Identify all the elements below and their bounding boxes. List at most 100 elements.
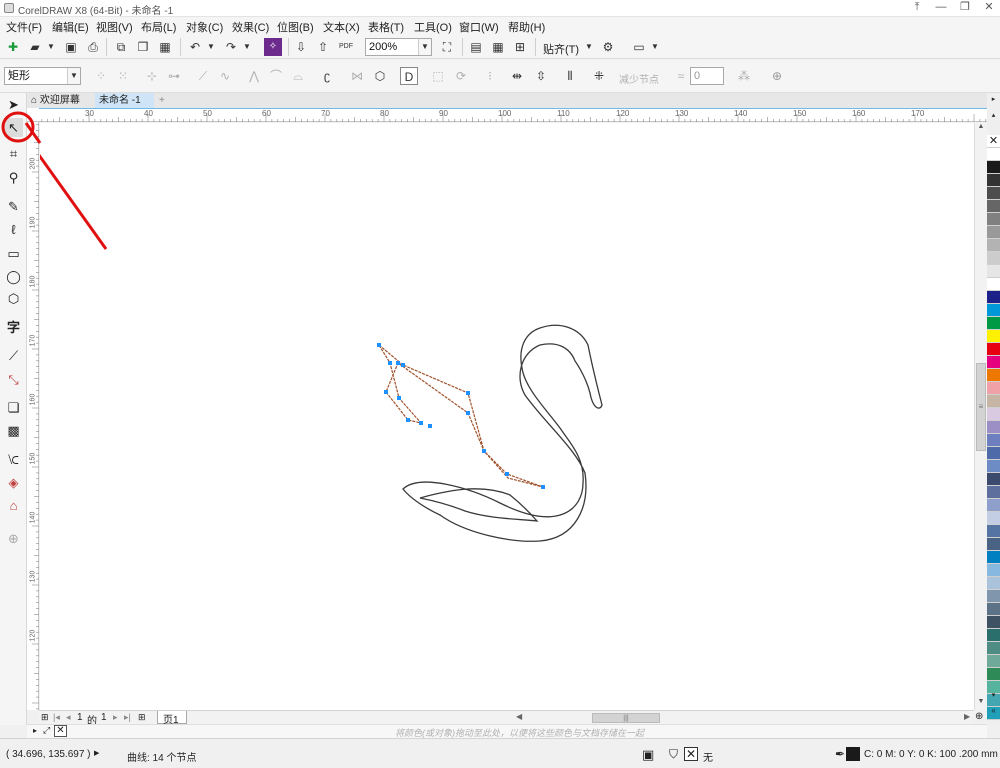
save-icon[interactable]: ▣ [62,38,80,56]
launcher-dropdown-icon[interactable]: ▼ [646,38,664,56]
rotate-nodes-icon[interactable]: ⟳ [452,67,470,85]
palette-scroll-down-icon[interactable]: ▾ [988,691,999,699]
color-swatch[interactable] [987,538,1000,551]
no-fill-swatch[interactable]: ✕ [684,747,698,761]
text-tool-icon[interactable]: 字 [4,318,23,337]
color-swatch[interactable] [987,187,1000,200]
interactive-fill-icon[interactable]: ◈ [4,473,23,492]
join-nodes-icon[interactable]: ⊹ [143,67,161,85]
color-swatch[interactable] [987,369,1000,382]
page-tab-1[interactable]: 页1 [157,711,187,726]
menu-window[interactable]: 窗口(W) [459,19,499,35]
restore-ribbon-button[interactable]: ⤒ [905,0,929,16]
search-content-icon[interactable]: ✧ [264,38,282,56]
reflect-horizontal-icon[interactable]: ⇹ [508,67,526,85]
tab-welcome-screen[interactable]: ⌂ 欢迎屏幕 [27,93,93,108]
shape-tool-icon[interactable]: ↖ [4,118,23,137]
color-swatch[interactable] [987,616,1000,629]
color-swatch[interactable] [987,486,1000,499]
color-swatch[interactable] [987,668,1000,681]
undo-dropdown-icon[interactable]: ▼ [202,38,220,56]
next-page-icon[interactable]: ▸ [113,712,118,723]
color-swatch[interactable] [987,525,1000,538]
color-swatch[interactable] [987,161,1000,174]
color-swatch[interactable] [987,473,1000,486]
redo-dropdown-icon[interactable]: ▼ [238,38,256,56]
eyedropper-small-icon[interactable]: ⤢ [43,725,50,736]
no-color-box-icon[interactable]: ✕ [54,725,67,737]
fill-bucket-icon[interactable]: ⛉ [669,747,678,762]
zoom-dropdown-icon[interactable]: ▼ [418,39,431,55]
menu-tools[interactable]: 工具(O) [414,19,452,35]
color-swatch[interactable] [987,330,1000,343]
document-color-palette[interactable]: ▸ ⤢ ✕ 将颜色(或对象)拖动至此处，以便将这些颜色与文档存储在一起 [27,724,987,738]
add-document-tab-button[interactable]: + [155,93,171,108]
pick-tool-icon[interactable]: ➤ [4,95,23,114]
vertical-ruler[interactable]: 200 190 180 170 160 150 140 130 120 [27,122,39,710]
show-grid-icon[interactable]: ▦ [489,38,507,56]
eyedropper-icon[interactable]: ⟈ [4,450,23,469]
snap-dropdown-icon[interactable]: ▼ [580,38,598,56]
color-swatch[interactable] [987,603,1000,616]
publish-pdf-icon[interactable]: PDF [337,38,355,56]
polygon-tool-icon[interactable]: ⬡ [4,289,23,308]
prev-page-icon[interactable]: ◂ [66,712,71,723]
stretch-nodes-icon[interactable]: ⬚ [429,67,447,85]
full-screen-icon[interactable]: ⛶ [438,38,456,56]
menu-edit[interactable]: 编辑(E) [52,19,89,35]
selection-frame-icon[interactable]: ⁂ [735,67,753,85]
color-swatch[interactable] [987,291,1000,304]
palette-expand-icon[interactable]: « [988,706,999,715]
status-expand-icon[interactable]: ▶ [94,749,99,757]
tab-untitled-document[interactable]: 未命名 -1 [95,93,154,108]
elastic-mode-icon[interactable]: ⦀ [561,67,579,85]
color-swatch[interactable] [987,213,1000,226]
vertical-scroll-thumb[interactable]: ≡ [976,363,986,451]
color-swatch[interactable] [987,148,1000,161]
new-document-icon[interactable]: ✚ [4,38,22,56]
color-swatch[interactable] [987,577,1000,590]
menu-file[interactable]: 文件(F) [6,19,42,35]
reduce-nodes-button[interactable]: 减少节点 [619,71,659,86]
menu-object[interactable]: 对象(C) [186,19,223,35]
transparency-icon[interactable]: ▩ [4,421,23,440]
select-all-nodes-icon[interactable]: ⁜ [590,67,608,85]
palette-scroll-up-icon[interactable]: ▸ [988,95,999,103]
color-swatch[interactable] [987,200,1000,213]
add-node-icon[interactable]: ⁘ [92,67,110,85]
reverse-direction-icon[interactable]: ʗ [318,67,336,85]
horizontal-ruler[interactable]: 30 40 50 60 70 80 90 100 110 120 130 140 150 160 170 [39,108,987,122]
reflect-vertical-icon[interactable]: ⇳ [532,67,550,85]
navigator-zoom-icon[interactable]: ⊕ [975,711,983,722]
delete-node-icon[interactable]: ⁙ [114,67,132,85]
options-gear-icon[interactable]: ⚙ [599,38,617,56]
crop-tool-icon[interactable]: ⌗ [4,144,23,163]
copy-icon[interactable]: ❐ [134,38,152,56]
show-rulers-icon[interactable]: ▤ [467,38,485,56]
connector-tool-icon[interactable]: ⤡ [4,370,23,389]
align-nodes-icon[interactable]: ⁝ [481,67,499,85]
outline-color-swatch[interactable] [846,747,860,761]
freehand-tool-icon[interactable]: ✎ [4,197,23,216]
add-tool-icon[interactable]: ⊕ [4,529,23,548]
import-icon[interactable]: ⇩ [292,38,310,56]
minimize-button[interactable]: — [929,0,953,16]
curve-smoothness-input[interactable]: 0 [690,67,724,85]
color-swatch[interactable] [987,408,1000,421]
color-proof-icon[interactable]: ▣ [642,747,654,763]
menu-help[interactable]: 帮助(H) [508,19,545,35]
drawing-canvas[interactable] [40,123,974,710]
color-swatch[interactable] [987,317,1000,330]
menu-view[interactable]: 视图(V) [96,19,133,35]
insert-page-after-icon[interactable]: ⊞ [138,712,146,723]
smart-fill-icon[interactable]: ⌂ [4,496,23,515]
to-line-icon[interactable]: ⟋ [194,67,212,85]
color-swatch[interactable] [987,642,1000,655]
scroll-up-icon[interactable]: ▲ [976,123,986,133]
close-button[interactable]: ✕ [977,0,1000,16]
color-swatch[interactable] [987,421,1000,434]
cut-icon[interactable]: ⧉ [112,38,130,56]
cusp-node-icon[interactable]: ⋀ [245,67,263,85]
maximize-button[interactable]: ❐ [953,0,977,16]
selection-mode-dropdown-icon[interactable]: ▼ [67,68,80,84]
